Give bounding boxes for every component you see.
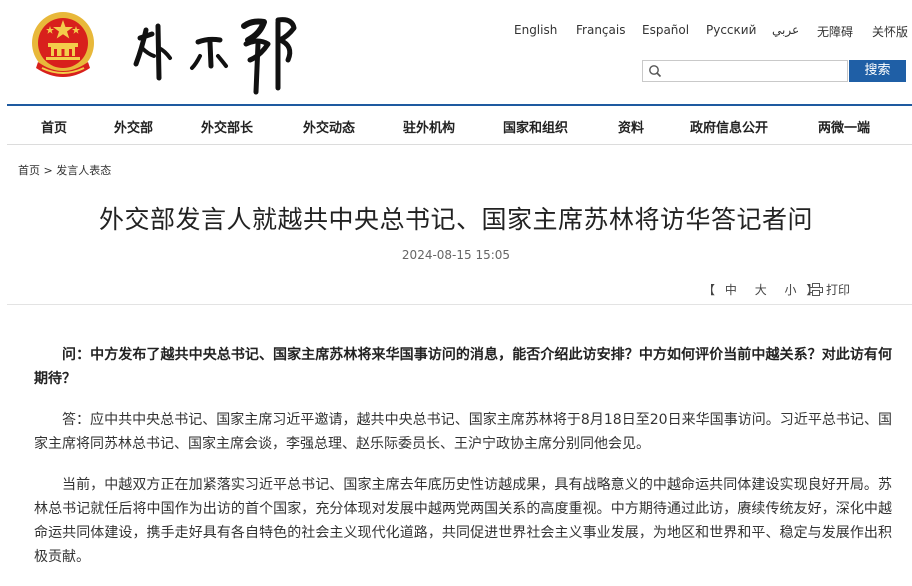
calligraphy-logo	[133, 17, 297, 95]
font-size-medium[interactable]: 大	[755, 283, 767, 297]
article-divider	[7, 304, 912, 305]
breadcrumb-current[interactable]: 发言人表态	[56, 164, 111, 177]
question-paragraph: 问：中方发布了越共中央总书记、国家主席苏林将来华国事访问的消息，能否介绍此访安排…	[34, 347, 892, 387]
language-bar: English Français Español Русский عربي 无障…	[0, 23, 912, 41]
nav-item-minister[interactable]: 外交部长	[201, 117, 253, 136]
nav-item-gov-info[interactable]: 政府信息公开	[690, 117, 768, 136]
print-button[interactable]: 打印	[809, 281, 850, 298]
nav-item-missions[interactable]: 驻外机构	[403, 117, 455, 136]
article-body: 问：中方发布了越共中央总书记、国家主席苏林将来华国事访问的消息，能否介绍此访安排…	[34, 343, 892, 586]
nav-item-resources[interactable]: 资料	[618, 117, 644, 136]
font-size-bracket-open: 【	[703, 283, 716, 297]
print-label: 打印	[826, 283, 851, 297]
font-size-large[interactable]: 中	[725, 283, 737, 297]
elderly-care-link[interactable]: 关怀版	[872, 23, 908, 40]
font-size-small[interactable]: 小	[785, 283, 797, 297]
magnifier-icon	[649, 65, 662, 78]
breadcrumb-home[interactable]: 首页	[18, 164, 40, 177]
search-button[interactable]: 搜索	[849, 60, 906, 82]
lang-english[interactable]: English	[514, 23, 557, 37]
printer-icon	[809, 283, 823, 296]
lang-french[interactable]: Français	[576, 23, 625, 37]
font-size-controls: 【 中 大 小 】	[703, 281, 818, 298]
lang-spanish[interactable]: Español	[642, 23, 689, 37]
breadcrumb-separator: >	[43, 164, 53, 177]
accessibility-link[interactable]: 无障碍	[817, 23, 853, 40]
nav-divider	[7, 144, 912, 145]
nav-item-social[interactable]: 两微一端	[818, 117, 870, 136]
breadcrumb: 首页 > 发言人表态	[18, 162, 111, 178]
national-emblem-logo[interactable]	[30, 10, 96, 82]
site-header: English Français Español Русский عربي 无障…	[0, 0, 912, 106]
lang-arabic[interactable]: عربي	[772, 23, 799, 37]
page-title: 外交部发言人就越共中央总书记、国家主席苏林将访华答记者问	[98, 205, 813, 234]
nav-item-countries[interactable]: 国家和组织	[503, 117, 568, 136]
answer-paragraph: 答：应中共中央总书记、国家主席习近平邀请，越共中央总书记、国家主席苏林将于8月1…	[34, 412, 892, 452]
lang-russian[interactable]: Русский	[706, 23, 756, 37]
nav-item-activities[interactable]: 外交动态	[303, 117, 355, 136]
answer-paragraph: 当前，中越双方正在加紧落实习近平总书记、国家主席去年底历史性访越成果，具有战略意…	[34, 477, 892, 565]
search-box	[642, 60, 848, 82]
nav-item-home[interactable]: 首页	[41, 117, 67, 136]
main-nav: 首页 外交部 外交部长 外交动态 驻外机构 国家和组织 资料 政府信息公开 两微…	[0, 106, 912, 144]
nav-item-ministry[interactable]: 外交部	[114, 117, 153, 136]
search-input[interactable]	[665, 63, 843, 79]
publish-date: 2024-08-15 15:05	[401, 248, 511, 262]
